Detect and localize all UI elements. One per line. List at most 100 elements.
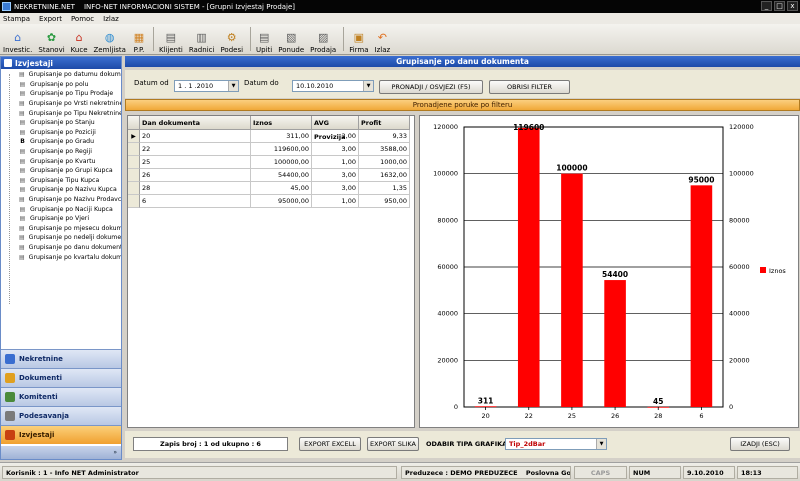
report-tree-item[interactable]: ▤ Grupisanje po Vjeri — [1, 214, 121, 224]
table-row[interactable]: 28 45,00 3,00 1,35 — [128, 182, 414, 195]
datum-od-picker[interactable]: 1 . 1 .2010 ▼ — [174, 80, 239, 92]
nav-group-komitenti[interactable]: Komitenti — [1, 387, 121, 406]
report-tree-item[interactable]: ▤ Grupisanje po Grupi Kupca — [1, 166, 121, 176]
y-tick-label-right: 80000 — [729, 216, 750, 224]
report-tree-item[interactable]: ▤ Grupisanje po Nazivu Kupca — [1, 185, 121, 195]
toolbar-upiti-button[interactable]: ▤ Upiti — [254, 24, 274, 54]
grid-column-header[interactable]: Profit — [359, 116, 410, 130]
chevron-down-icon[interactable]: ▼ — [596, 439, 606, 449]
grid-column-header[interactable]: AVG Provizija — [312, 116, 359, 141]
report-tree-item[interactable]: ▤ Grupisanje po Stanju — [1, 118, 121, 128]
chevron-down-icon[interactable]: ▼ — [228, 81, 238, 91]
datum-do-picker[interactable]: 10.10.2010 ▼ — [292, 80, 374, 92]
status-time: 18:13 — [737, 466, 798, 479]
menu-izlaz[interactable]: Izlaz — [103, 15, 119, 23]
main-panel: Grupisanje po danu dokumenta Datum od 1 … — [125, 56, 800, 460]
report-tree-label: Grupisanje po Vjeri — [30, 215, 90, 223]
status-user: Korisnik : 1 - Info NET Administrator — [2, 466, 397, 479]
toolbar-pp-button[interactable]: ▦ P.P. — [130, 24, 148, 54]
table-cell: 25 — [140, 156, 251, 169]
toolbar-kuce-button[interactable]: ⌂ Kuce — [69, 24, 90, 54]
report-tree-item[interactable]: ▤ Grupisanje po polu — [1, 80, 121, 90]
toolbar-ponude-button[interactable]: ▧ Ponude — [276, 24, 306, 54]
report-tree-item[interactable]: ▤ Grupisanje po Tipu Nekretnine — [1, 108, 121, 118]
toolbar-izlaz-button[interactable]: ↶ Izlaz — [373, 24, 393, 54]
table-cell: 1,00 — [312, 195, 359, 208]
toolbar-zemljista-button[interactable]: ◍ Zemljista — [92, 24, 128, 54]
chevron-down-icon[interactable]: ▼ — [363, 81, 373, 91]
nav-group-nekretnine[interactable]: Nekretnine — [1, 349, 121, 368]
table-row[interactable]: 26 54400,00 3,00 1632,00 — [128, 169, 414, 182]
exit-button[interactable]: IZADJI (ESC) — [730, 437, 790, 451]
minimize-button[interactable]: _ — [761, 1, 772, 11]
bar — [690, 185, 713, 407]
report-tree-item[interactable]: ▤Grupisanje po nedelji dokumenta — [1, 233, 121, 243]
report-tree-label: Grupisanje po Poziciji — [30, 128, 96, 136]
table-cell: 311,00 — [251, 130, 312, 143]
report-tree-item[interactable]: ▤ Grupisanje po Poziciji — [1, 128, 121, 138]
report-tree-item[interactable]: ▤ Grupisanje po danu dokumenta — [1, 243, 121, 253]
report-tree-label: Grupisanje po Gradu — [30, 138, 94, 146]
menu-pomoc[interactable]: Pomoc — [71, 15, 94, 23]
grid-column-header[interactable]: Iznos — [251, 116, 312, 130]
report-icon: ▤ — [19, 167, 26, 175]
maximize-button[interactable]: □ — [774, 1, 785, 11]
report-tree-item[interactable]: ▤Grupisanje po datumu dokumenta — [1, 70, 121, 80]
report-tree-item[interactable]: ▤Grupisanje po mjesecu dokumenta — [1, 224, 121, 234]
nav-group-podesavanja[interactable]: Podesavanja — [1, 406, 121, 425]
menu-stampa[interactable]: Stampa — [3, 15, 30, 23]
export-image-button[interactable]: EXPORT SLIKA — [367, 437, 419, 451]
report-tree-item[interactable]: B Grupisanje po Gradu — [1, 137, 121, 147]
bar-chart: 0 0 20000 20000 40000 40000 60000 60000 80000 800… — [433, 123, 786, 420]
table-row[interactable]: ▶ 20 311,00 2,00 9,33 — [128, 130, 414, 143]
table-cell: 1,00 — [312, 156, 359, 169]
datum-do-value: 10.10.2010 — [296, 82, 334, 90]
report-icon: ▤ — [19, 224, 25, 232]
bar — [474, 406, 497, 408]
nekretnine-icon — [5, 354, 15, 364]
report-tree-item[interactable]: ▤ Grupisanje po Kvartu — [1, 156, 121, 166]
toolbar-podesi-button[interactable]: ⚙ Podesi — [218, 24, 245, 54]
table-cell: 3588,00 — [359, 143, 410, 156]
export-excel-button[interactable]: EXPORT EXCELL — [299, 437, 361, 451]
close-button[interactable]: x — [787, 1, 798, 11]
x-tick-label: 6 — [699, 412, 703, 420]
report-tree-item[interactable]: ▤ Grupisanje po Vrsti nekretnine — [1, 99, 121, 109]
bar — [561, 173, 583, 407]
report-tree-item[interactable]: ▤ Grupisanje po Regiji — [1, 147, 121, 157]
table-row[interactable]: 25 100000,00 1,00 1000,00 — [128, 156, 414, 169]
toolbar-prodaja-button[interactable]: ▨ Prodaja — [308, 24, 338, 54]
clear-filter-button[interactable]: OBRISI FILTER — [489, 80, 570, 94]
nav-group-dokumenti[interactable]: Dokumenti — [1, 368, 121, 387]
workers-icon: ▥ — [196, 31, 207, 44]
toolbar-stanovi-button[interactable]: ✿ Stanovi — [36, 24, 66, 54]
report-tree-item[interactable]: ▤ Grupisanje Tipu Kupca — [1, 176, 121, 186]
results-grid[interactable]: Dan dokumenta Iznos AVG Provizija Profit ▶ 20… — [127, 115, 415, 428]
row-indicator — [128, 156, 140, 169]
status-company-text: Preduzece : DEMO PREDUZECE — [405, 469, 518, 477]
toolbar-klijenti-button[interactable]: ▤ Klijenti — [157, 24, 185, 54]
report-icon: ▤ — [19, 119, 26, 127]
datum-od-label: Datum od — [134, 79, 169, 87]
table-row[interactable]: 6 95000,00 1,00 950,00 — [128, 195, 414, 208]
toolbar-radnici-button[interactable]: ▥ Radnici — [187, 24, 217, 54]
datum-do-label: Datum do — [244, 79, 279, 87]
table-cell: 45,00 — [251, 182, 312, 195]
toolbar-firma-button[interactable]: ▣ Firma — [347, 24, 370, 54]
report-tree-item[interactable]: ▤ Grupisanje po Nazivu Prodavca — [1, 195, 121, 205]
report-tree-item[interactable]: ▤ Grupisanje po Naciji Kupca — [1, 204, 121, 214]
table-row[interactable]: 22 119600,00 3,00 3588,00 — [128, 143, 414, 156]
report-tree-item[interactable]: ▤Grupisanje po kvartalu dokumenta — [1, 252, 121, 262]
status-caps: CAPS — [574, 466, 627, 479]
report-icon: ▤ — [19, 205, 26, 213]
find-refresh-button[interactable]: PRONADJI / OSVJEZI (F5) — [379, 80, 483, 94]
report-tree-item[interactable]: ▤ Grupisanje po Tipu Prodaje — [1, 89, 121, 99]
sidebar-expand-button[interactable]: » — [1, 446, 121, 459]
offer-icon: ▧ — [285, 31, 297, 44]
grid-column-header[interactable]: Dan dokumenta — [140, 116, 251, 130]
nav-group-izvjestaji[interactable]: Izvjestaji — [1, 425, 121, 444]
chart-type-select[interactable]: Tip_2dBar ▼ — [505, 438, 607, 450]
row-indicator — [128, 169, 140, 182]
menu-export[interactable]: Export — [39, 15, 62, 23]
toolbar-investic-button[interactable]: ⌂ Investic. — [1, 24, 34, 54]
